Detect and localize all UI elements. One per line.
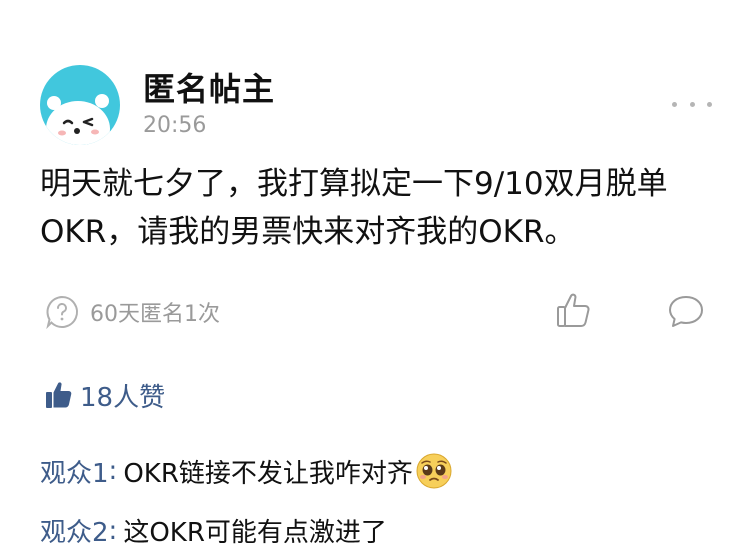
post-content: 明天就七夕了，我打算拟定一下9/10双月脱单 OKR，请我的男票快来对齐我的OK… — [40, 160, 710, 256]
author-name[interactable]: 匿名帖主 — [143, 64, 275, 110]
anon-count-text: 60天匿名1次 — [90, 302, 220, 327]
comment-icon — [669, 296, 703, 327]
comment-username[interactable]: 观众2 — [40, 512, 109, 549]
post-time: 20:56 — [143, 113, 207, 138]
comment-item[interactable]: 观众1: OKR链接不发让我咋对齐 — [40, 452, 453, 490]
likes-count: 18人赞 — [80, 382, 166, 413]
avatar[interactable] — [40, 65, 120, 145]
question-bubble-icon — [46, 295, 78, 330]
comment-text: 这OKR可能有点激进了 — [123, 518, 387, 548]
comment-username[interactable]: 观众1 — [40, 453, 109, 490]
bear-avatar-icon — [40, 65, 120, 145]
post-content-line: 明天就七夕了，我打算拟定一下9/10双月脱单 — [40, 166, 668, 202]
likes-summary[interactable]: 18人赞 — [44, 375, 165, 415]
post-content-line: OKR，请我的男票快来对齐我的OKR。 — [40, 214, 576, 250]
more-icon-dot — [672, 101, 677, 107]
more-icon-dot — [707, 101, 712, 107]
comment-separator: : — [108, 456, 118, 486]
pleading-face-emoji-icon — [416, 453, 452, 489]
thumbs-up-filled-icon — [46, 382, 72, 408]
more-icon-dot — [689, 101, 695, 107]
thumbs-up-icon — [557, 293, 590, 327]
more-button[interactable] — [672, 94, 712, 114]
comment-item[interactable]: 观众2: 这OKR可能有点激进了 — [40, 512, 387, 549]
comment-separator: : — [108, 515, 118, 546]
like-button[interactable] — [554, 290, 594, 330]
comment-button[interactable] — [666, 293, 706, 331]
comment-text: OKR链接不发让我咋对齐 — [123, 458, 413, 489]
anon-info: 60天匿名1次 — [44, 290, 220, 334]
